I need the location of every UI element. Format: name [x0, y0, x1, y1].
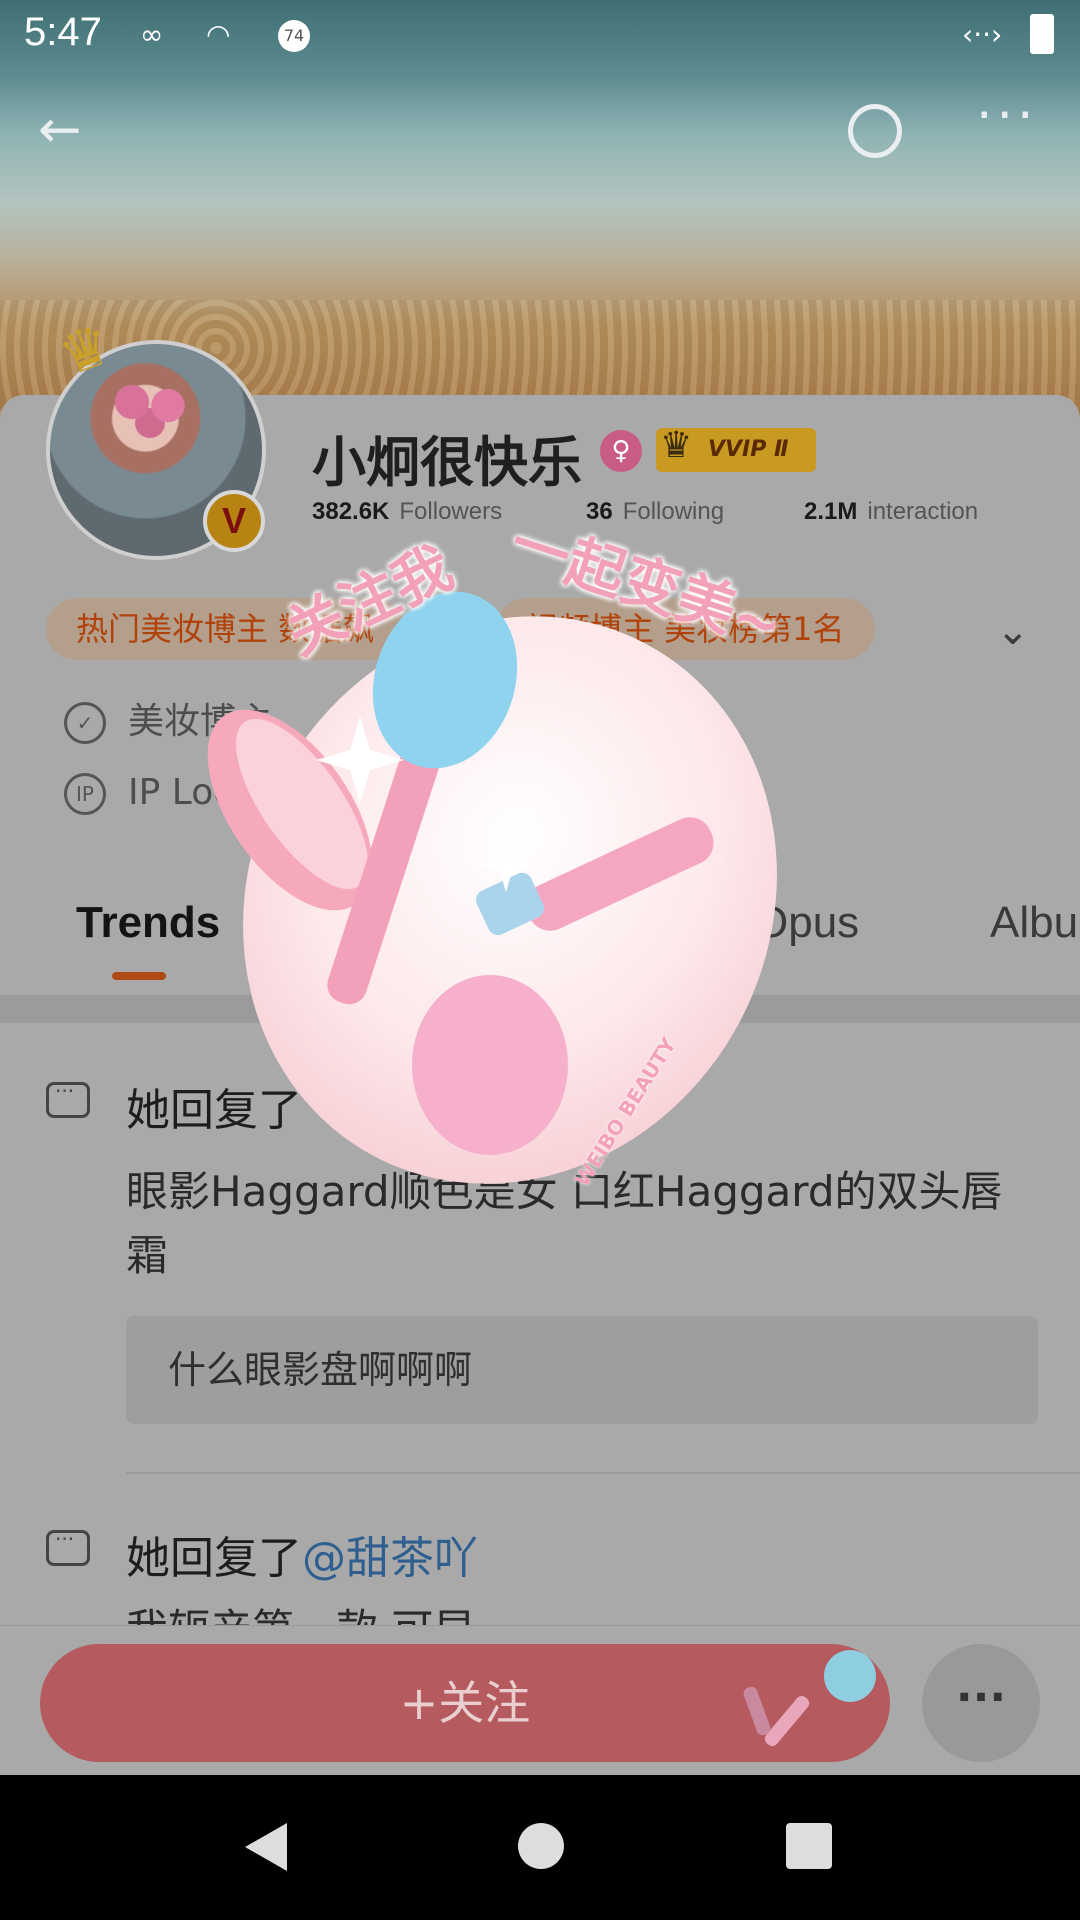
code-icon: ‹··›	[962, 18, 1003, 51]
verified-badge: V	[203, 490, 265, 552]
nav-home-icon[interactable]	[518, 1823, 564, 1869]
feed-title-prefix: 她回复了	[126, 1533, 302, 1584]
vip-label: VVIP Ⅱ	[708, 437, 789, 462]
followers-value: 382.6K	[312, 498, 390, 525]
followers-label: Followers	[399, 498, 503, 525]
feed-title: 她回复了@甜茶吖	[126, 1522, 478, 1586]
system-navigation-bar	[0, 1775, 1080, 1920]
followers-stat[interactable]: 382.6K Followers	[312, 498, 502, 526]
status-time: 5:47	[24, 10, 102, 54]
notification-badge-icon: 74	[278, 20, 310, 52]
active-tab-indicator	[112, 972, 166, 980]
battery-icon	[1030, 14, 1054, 54]
bottom-action-bar: +关注 ···	[0, 1625, 1080, 1775]
top-navigation: ← ···	[0, 86, 1080, 180]
comment-icon	[46, 1527, 90, 1566]
more-button[interactable]: ···	[922, 1644, 1040, 1762]
chevron-down-icon[interactable]: ⌄	[996, 608, 1030, 654]
vip-crown-icon: ♛	[660, 425, 693, 466]
avatar-roses	[105, 374, 195, 444]
more-options-icon[interactable]: ···	[976, 86, 1038, 146]
interaction-value: 2.1M	[804, 498, 858, 525]
following-label: Following	[622, 498, 725, 525]
shield-icon: ✓	[64, 702, 106, 744]
promo-sticker[interactable]: 关注我 一起变美~ WEIBO BEAUTY	[190, 509, 791, 1220]
nav-back-icon[interactable]	[245, 1823, 287, 1871]
back-arrow-icon[interactable]: ←	[38, 100, 82, 160]
quoted-post[interactable]: 什么眼影盘啊啊啊	[126, 1316, 1038, 1424]
vip-badge[interactable]: ♛ VVIP Ⅱ	[656, 425, 816, 472]
ip-icon: IP	[64, 773, 106, 815]
makeup-brush-icon	[743, 1650, 876, 1746]
speedometer-icon: ◠	[206, 18, 231, 51]
nav-recents-icon[interactable]	[786, 1823, 832, 1869]
status-bar: 5:47 ∞ ◠ 74 ‹··›	[0, 0, 1080, 72]
profile-name: 小炯很快乐	[312, 431, 582, 494]
feed-separator	[126, 1472, 1080, 1474]
interaction-stat[interactable]: 2.1M interaction	[804, 498, 978, 526]
tab-album[interactable]: Albu	[990, 898, 1078, 948]
infinity-icon: ∞	[140, 18, 164, 51]
interaction-label: interaction	[867, 498, 979, 525]
female-icon: ♀	[600, 430, 642, 472]
beauty-sticker-art	[207, 591, 777, 1184]
feed-body: 我轭产第一款 可早	[126, 1598, 1026, 1628]
mention-link[interactable]: @甜茶吖	[302, 1533, 478, 1584]
search-icon[interactable]	[848, 104, 902, 158]
comment-icon	[46, 1079, 90, 1118]
